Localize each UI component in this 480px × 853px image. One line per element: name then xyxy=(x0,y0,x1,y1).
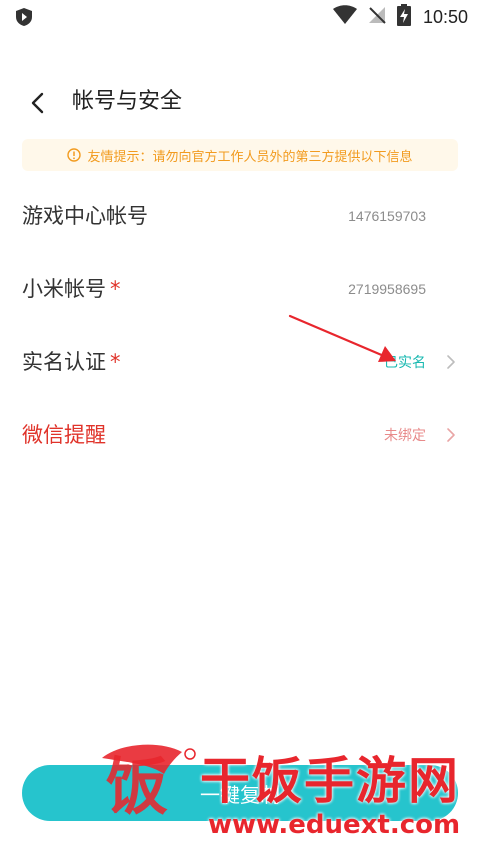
status-time: 10:50 xyxy=(422,6,468,27)
alert-circle-icon xyxy=(67,148,82,162)
watermark-logo-char: 饭 xyxy=(106,750,169,823)
chevron-right-icon xyxy=(444,426,458,444)
shield-icon xyxy=(14,7,34,27)
row-label: 游戏中心帐号 xyxy=(22,204,148,228)
required-mark: * xyxy=(110,350,121,374)
battery-charging-icon xyxy=(396,4,411,30)
wifi-icon xyxy=(332,5,357,29)
row-real-name-verification[interactable]: 实名认证 * 已实名 xyxy=(0,335,480,389)
row-wechat-reminder[interactable]: 微信提醒 未绑定 xyxy=(0,408,480,462)
watermark-title: 干饭手游网 xyxy=(200,752,460,810)
status-bar: 10:50 xyxy=(0,0,480,34)
chevron-right-icon xyxy=(444,353,458,371)
page-header: 帐号与安全 xyxy=(0,80,480,124)
chevron-left-icon xyxy=(31,92,44,114)
notice-text: 友情提示：请勿向官方工作人员外的第三方提供以下信息 xyxy=(87,149,413,165)
row-label: 微信提醒 xyxy=(22,423,106,447)
row-value: 1476159703 xyxy=(348,208,426,224)
row-label: 小米帐号 * xyxy=(22,277,121,301)
row-game-center-account: 游戏中心帐号 1476159703 xyxy=(0,189,480,243)
back-button[interactable] xyxy=(22,86,56,120)
no-signal-icon xyxy=(367,5,387,29)
row-value: 2719958695 xyxy=(348,281,426,297)
watermark-url: www.eduext.com xyxy=(208,810,461,840)
required-mark: * xyxy=(110,277,121,301)
status-icons: 10:50 xyxy=(332,4,468,30)
page-title: 帐号与安全 xyxy=(72,89,183,114)
verification-status: 已实名 xyxy=(384,354,426,370)
notice-banner: 友情提示：请勿向官方工作人员外的第三方提供以下信息 xyxy=(22,139,458,171)
wechat-bind-status: 未绑定 xyxy=(384,427,426,443)
row-label: 实名认证 * xyxy=(22,350,121,374)
row-xiaomi-account: 小米帐号 * 2719958695 xyxy=(0,262,480,316)
